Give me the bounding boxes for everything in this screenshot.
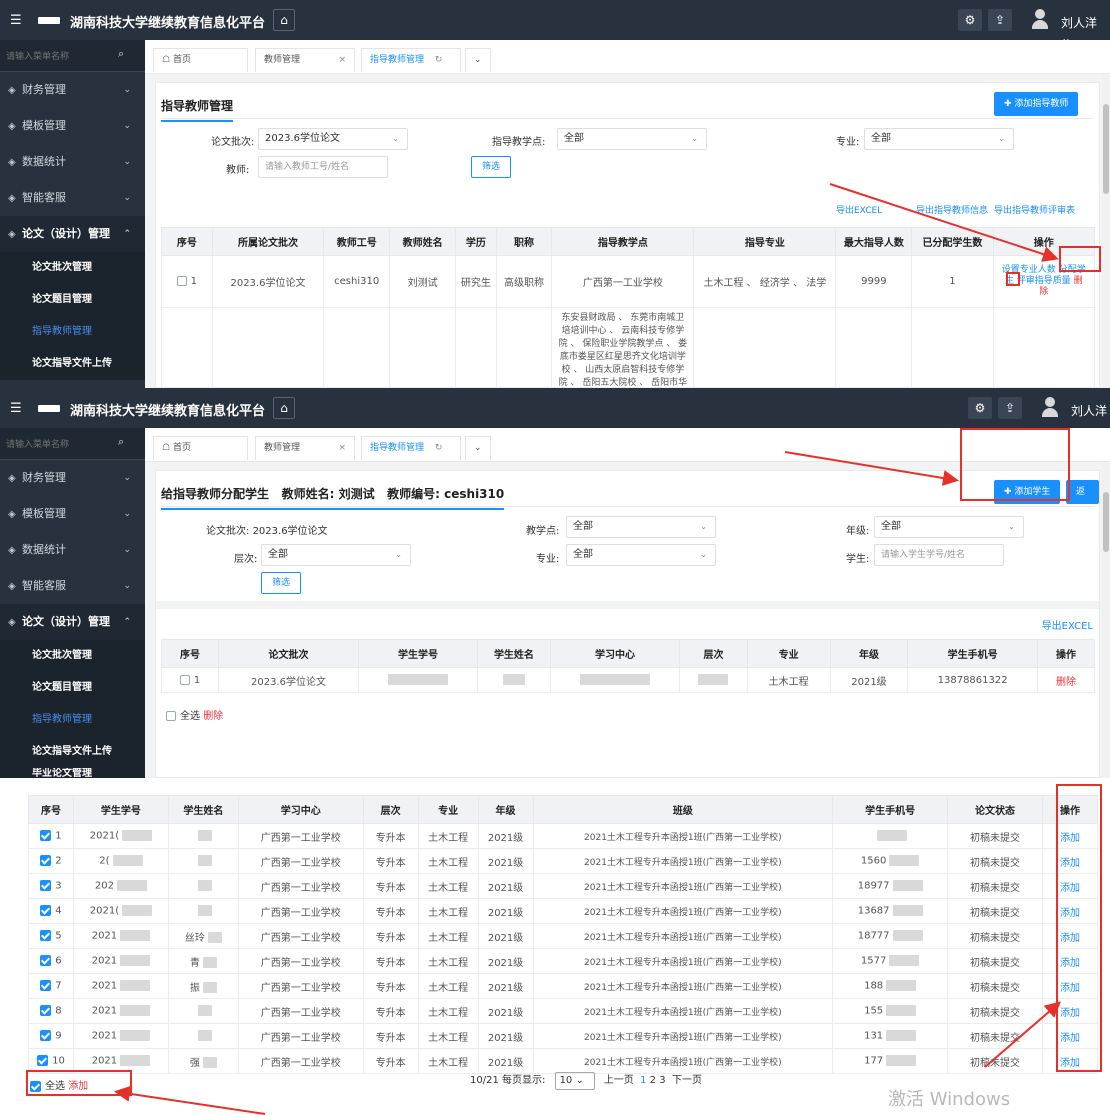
annotation-arrow <box>784 451 959 486</box>
screenshot-panel-supervisor-list: ☰ 湖南科技大学继续教育信息化平台 ⌂ ⚙ ⇪ 刘人洋 ⌄ ⌕ ◈财务管理⌄ ◈… <box>0 0 1110 388</box>
screenshot-panel-assign-students: ☰ 湖南科技大学继续教育信息化平台 ⌂ ⚙ ⇪ 刘人洋 ⌕ ◈财务管理⌄ ◈模板… <box>0 388 1110 778</box>
screenshot-panel-add-students: 序号 学生学号 学生姓名 学习中心 层次 专业 年级 班级 学生手机号 论文状态… <box>0 778 1110 1115</box>
annotation-arrows <box>114 1001 1062 1115</box>
windows-activation-watermark: 激活 Windows <box>888 1089 1011 1110</box>
annotation-arrow <box>829 183 1059 262</box>
